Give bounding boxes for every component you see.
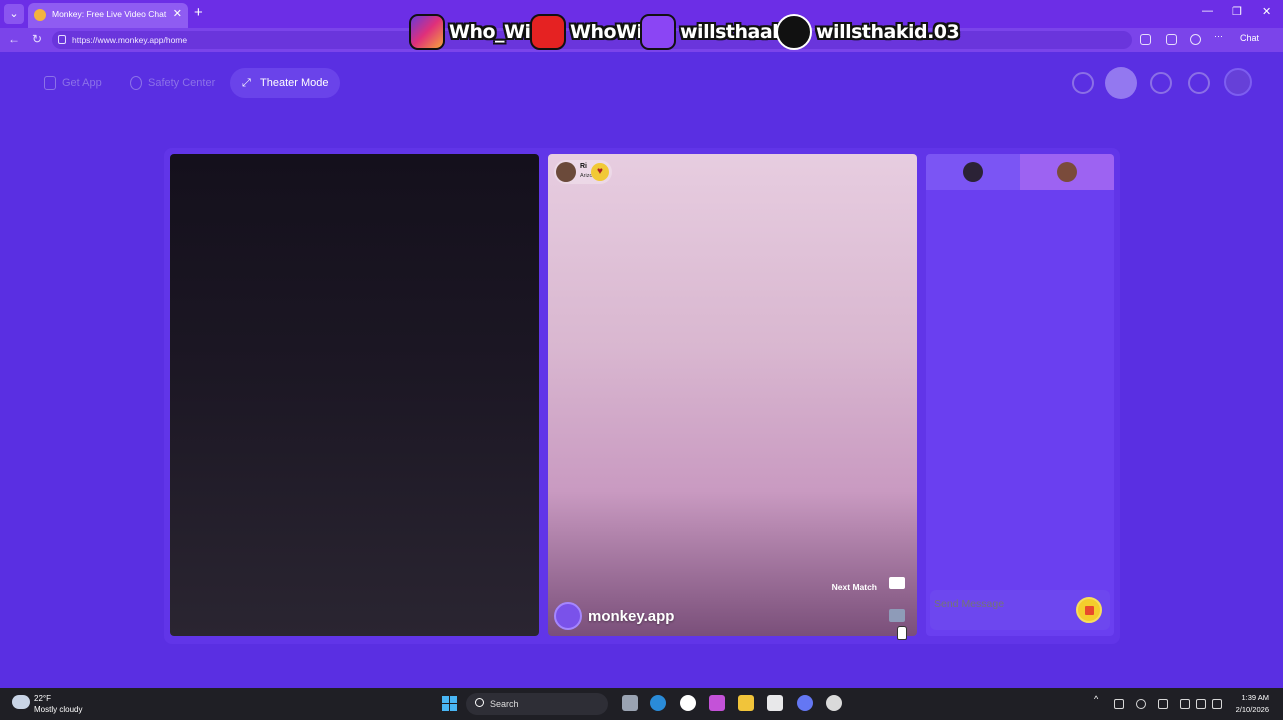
get-app-button[interactable]: Get App [32,68,114,98]
phone-icon [44,76,56,90]
refresh-icon[interactable]: ↻ [32,32,42,46]
search-icon [475,698,484,707]
tab-self[interactable] [926,154,1020,190]
partner-video: Ri Arizona ♥ monkey.app Next Match [548,154,917,636]
tab-title: Monkey: Free Live Video Chat [52,9,167,19]
monkey-watermark: monkey.app [554,602,674,630]
close-window-button[interactable]: ✕ [1262,5,1271,18]
partner-badge[interactable]: Ri Arizona ♥ [554,160,612,184]
obs-icon[interactable] [826,695,842,711]
partner-avatar [556,162,576,182]
next-match-icon[interactable] [889,577,905,589]
theater-mode-label: Theater Mode [260,77,329,89]
volume-icon[interactable] [1196,699,1206,709]
tab-partner[interactable] [1020,154,1114,190]
copilot-icon[interactable] [709,695,725,711]
twitch-icon [640,14,676,50]
self-video [170,154,539,636]
gift-icon[interactable] [1076,597,1102,623]
crown-icon[interactable] [1105,67,1137,99]
minimize-button[interactable]: — [1202,5,1213,17]
youtube-handle: WhoWill [530,14,655,50]
tiktok-icon [776,14,812,50]
xbox-icon[interactable] [680,695,696,711]
more-menu-icon[interactable]: ··· [1214,31,1225,42]
instagram-handle: Who_Will [409,14,543,50]
url-text: https://www.monkey.app/home [72,35,188,45]
onedrive-icon[interactable] [1136,699,1146,709]
self-avatar [963,162,983,182]
get-app-label: Get App [62,77,102,89]
monkey-logo-icon [554,602,582,630]
expand-icon: ⤢ [242,77,251,89]
tiktok-text: willsthakid.03 [816,21,960,43]
close-tab-icon[interactable]: ✕ [173,7,182,20]
send-message-input[interactable] [934,598,1074,610]
browser-tab[interactable]: Monkey: Free Live Video Chat ✕ [28,3,188,28]
collections-icon[interactable] [1166,34,1177,45]
chat-panel [926,154,1114,636]
user-avatar[interactable] [1224,68,1252,96]
instagram-text: Who_Will [449,21,543,43]
shield-icon [130,76,142,90]
safety-center-label: Safety Center [148,77,216,89]
weather-temperature: 22°F [34,694,51,703]
back-icon[interactable]: ← [8,32,20,46]
favorites-icon[interactable] [1140,34,1151,45]
partner-tab-avatar [1057,162,1077,182]
file-explorer-icon[interactable] [738,695,754,711]
show-hidden-icons[interactable]: ^ [1094,694,1104,704]
edge-icon[interactable] [650,695,666,711]
messages-icon[interactable] [1188,72,1210,94]
monkey-favicon-icon [34,9,46,21]
search-icon[interactable] [1072,72,1094,94]
video-stage: Ri Arizona ♥ monkey.app Next Match [164,148,1120,644]
taskbar-search[interactable]: Search [466,693,608,715]
clock-date[interactable]: 2/10/2026 [1236,705,1269,714]
maximize-button[interactable]: ❐ [1232,5,1242,18]
copilot-chat-button[interactable]: Chat [1240,33,1259,43]
taskbar-search-label: Search [490,699,519,709]
history-icon[interactable] [1150,72,1172,94]
skip-icon[interactable] [889,609,905,622]
youtube-icon [530,14,566,50]
partner-name: Ri [580,163,587,170]
monkey-page: Get App Safety Center ⤢ Theater Mode Ri … [0,52,1283,688]
windows-taskbar: 22°F Mostly cloudy Search ^ 1:39 AM 2/10… [0,688,1283,720]
site-info-icon[interactable] [58,35,66,44]
theater-mode-button[interactable]: ⤢ Theater Mode [230,68,341,98]
discord-icon[interactable] [797,695,813,711]
instagram-icon [409,14,445,50]
brand-text: monkey.app [588,607,675,625]
clock-time[interactable]: 1:39 AM [1241,693,1269,702]
safety-center-button[interactable]: Safety Center [118,68,227,98]
battery-icon[interactable] [1212,699,1222,709]
heart-icon[interactable]: ♥ [591,163,609,181]
weather-icon[interactable] [12,695,30,709]
network-icon[interactable] [1180,699,1190,709]
start-icon[interactable] [442,696,457,711]
tab-list-button[interactable]: ⌄ [4,4,24,24]
microphone-icon[interactable] [1158,699,1168,709]
tiktok-handle: willsthakid.03 [776,14,960,50]
store-icon[interactable] [767,695,783,711]
profile-icon[interactable] [1190,34,1201,45]
task-view-icon[interactable] [622,695,638,711]
next-match-label[interactable]: Next Match [832,582,877,592]
message-box [930,590,1110,630]
chat-tabs [926,154,1114,190]
weather-condition: Mostly cloudy [34,705,83,714]
sync-icon[interactable] [1114,699,1124,709]
new-tab-button[interactable]: + [194,4,203,22]
mouse-cursor [897,626,907,640]
